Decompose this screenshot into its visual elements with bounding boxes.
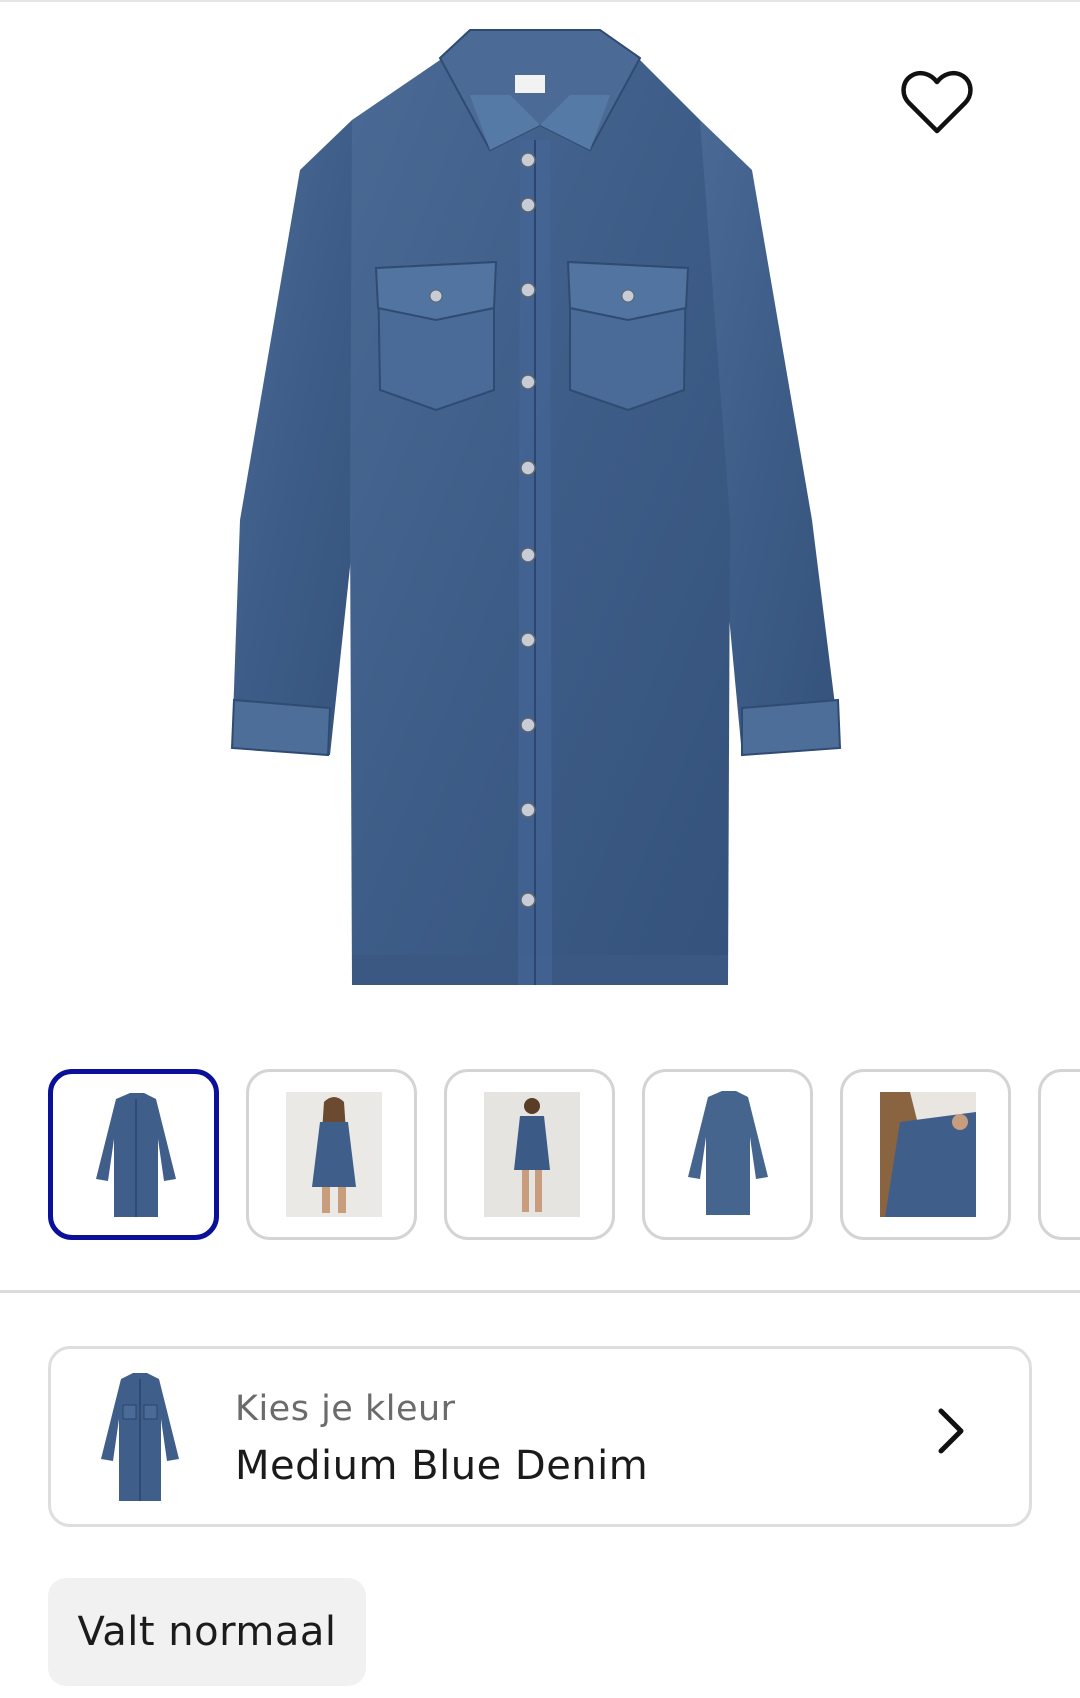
model-back-thumb-image xyxy=(484,1092,580,1217)
fit-badge-label: Valt normaal xyxy=(77,1609,337,1655)
thumbnail-2[interactable] xyxy=(246,1069,417,1240)
favorite-button[interactable] xyxy=(900,70,996,160)
fit-badge: Valt normaal xyxy=(48,1578,366,1686)
section-divider xyxy=(0,1290,1080,1293)
model-front-thumb-image xyxy=(286,1092,382,1217)
thumbnail-6[interactable] xyxy=(1038,1069,1080,1240)
heart-outline-icon xyxy=(901,70,973,134)
thumbnail-strip[interactable] xyxy=(0,1069,1080,1247)
dress-front-thumb-image xyxy=(96,1093,176,1217)
color-swatch-image xyxy=(101,1373,179,1501)
thumbnail-5[interactable] xyxy=(840,1069,1011,1240)
color-label: Kies je kleur xyxy=(235,1389,456,1429)
selected-color: Medium Blue Denim xyxy=(235,1443,649,1489)
thumbnail-4[interactable] xyxy=(642,1069,813,1240)
thumbnail-1[interactable] xyxy=(48,1069,219,1240)
product-image[interactable] xyxy=(0,0,1080,1040)
color-selector[interactable]: Kies je kleur Medium Blue Denim xyxy=(48,1346,1032,1527)
thumbnail-3[interactable] xyxy=(444,1069,615,1240)
model-detail-thumb-image xyxy=(880,1092,976,1217)
chevron-right-icon xyxy=(938,1408,964,1454)
dress-back-thumb-image xyxy=(688,1091,768,1215)
